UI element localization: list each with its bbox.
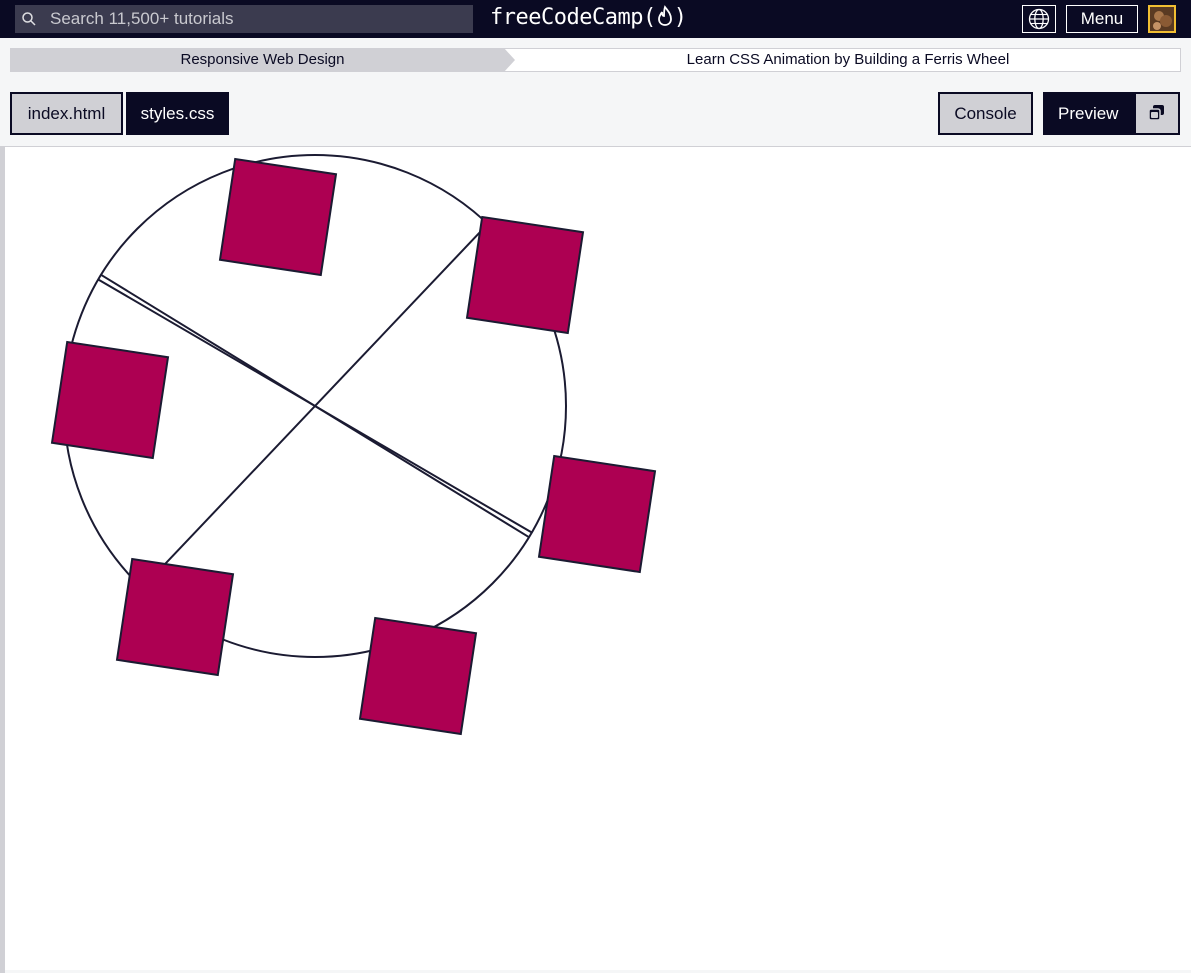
wheel-cabin [115, 557, 235, 677]
logo-text: freeCodeCamp [490, 5, 643, 30]
wheel-cabin [465, 215, 585, 335]
tab-preview-label: Preview [1058, 104, 1119, 123]
avatar[interactable] [1148, 5, 1176, 33]
language-button[interactable] [1022, 5, 1056, 33]
preview-pane [0, 147, 1191, 973]
freecodecamp-logo[interactable]: freeCodeCamp( ) [490, 3, 687, 33]
top-navbar: freeCodeCamp( ) Menu [0, 0, 1191, 38]
wheel-cabin [358, 616, 478, 736]
wheel-cabin [537, 454, 657, 574]
tab-index-html[interactable]: index.html [10, 92, 123, 135]
breadcrumb-superblock[interactable]: Responsive Web Design [10, 48, 515, 72]
menu-button[interactable]: Menu [1066, 5, 1138, 33]
avatar-image [1150, 7, 1174, 31]
breadcrumb-block[interactable]: Learn CSS Animation by Building a Ferris… [515, 48, 1181, 72]
search-bar[interactable] [15, 5, 473, 33]
globe-icon [1028, 8, 1050, 30]
flame-icon [657, 5, 672, 26]
breadcrumb: Learn CSS Animation by Building a Ferris… [10, 48, 1181, 72]
tab-console[interactable]: Console [938, 92, 1033, 135]
search-icon [22, 12, 36, 26]
tab-styles-css[interactable]: styles.css [126, 92, 229, 135]
wheel-cabin [218, 157, 338, 277]
logo-paren-close: ) [673, 5, 687, 30]
tab-preview[interactable]: Preview [1043, 92, 1180, 135]
popout-window-icon [1148, 105, 1164, 121]
preview-popout-button[interactable] [1136, 94, 1178, 133]
logo-paren-open: ( [642, 5, 656, 30]
wheel-cabin [50, 340, 170, 460]
search-input[interactable] [50, 5, 465, 33]
breadcrumb-superblock-label: Responsive Web Design [180, 51, 345, 68]
ferris-wheel [50, 154, 657, 736]
